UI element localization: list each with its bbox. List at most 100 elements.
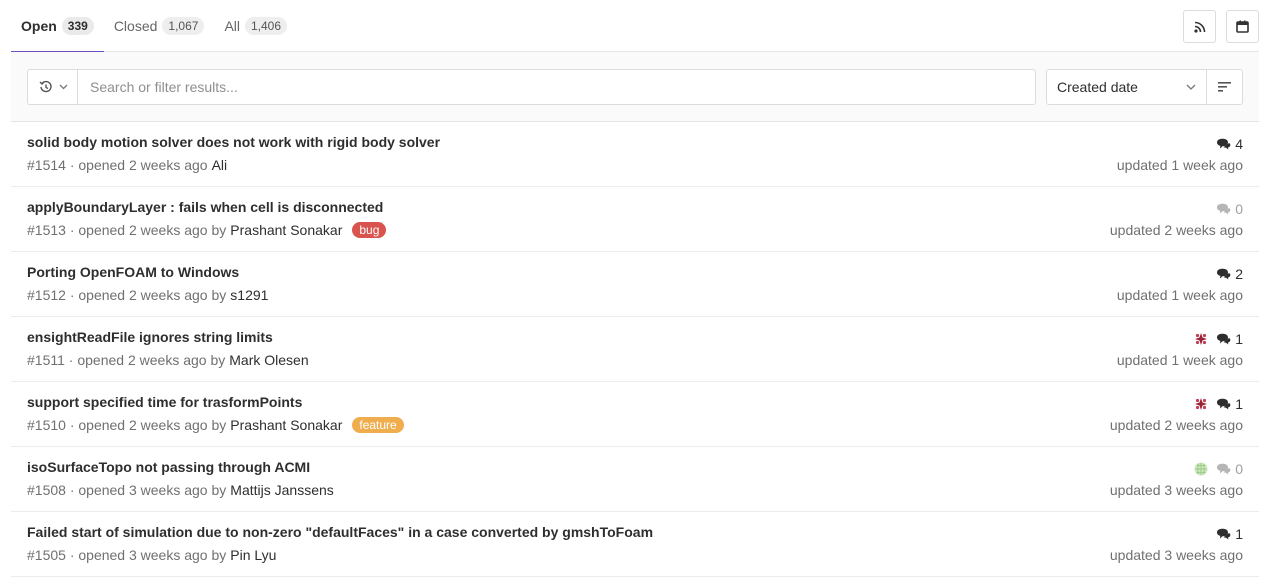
issue-comments-count[interactable]: 4 bbox=[1216, 136, 1243, 152]
issue-by: by bbox=[210, 352, 226, 368]
issue-author-link[interactable]: Pin Lyu bbox=[230, 547, 276, 563]
issue-updated-time: updated 2 weeks ago bbox=[1109, 222, 1243, 238]
issue-number: #1513 bbox=[27, 222, 66, 238]
comments-count-value: 4 bbox=[1235, 136, 1243, 152]
issue-title-link[interactable]: support specified time for trasformPoint… bbox=[27, 394, 302, 410]
issue-stats: 1 bbox=[1194, 331, 1243, 347]
issue-number: #1512 bbox=[27, 287, 66, 303]
issue-title-link[interactable]: applyBoundaryLayer : fails when cell is … bbox=[27, 199, 383, 215]
issue-label-bug[interactable]: bug bbox=[352, 222, 387, 238]
issue-opened-time: · opened 2 weeks ago bbox=[68, 352, 207, 368]
issue-title-link[interactable]: solid body motion solver does not work w… bbox=[27, 134, 440, 150]
issue-row[interactable]: applyBoundaryLayer : fails when cell is … bbox=[11, 187, 1259, 252]
issue-comments-count[interactable]: 1 bbox=[1216, 331, 1243, 347]
comments-count-value: 1 bbox=[1235, 331, 1243, 347]
assignee-avatar[interactable] bbox=[1194, 332, 1208, 346]
issue-number: #1511 bbox=[27, 352, 65, 368]
issues-page: Open 339 Closed 1,067 All 1,406 Search o… bbox=[11, 0, 1259, 577]
issue-author-link[interactable]: Mattijs Janssens bbox=[230, 482, 333, 498]
sort-label: Created date bbox=[1057, 79, 1138, 95]
tab-count-badge: 1,406 bbox=[245, 17, 288, 35]
state-tabs: Open 339 Closed 1,067 All 1,406 bbox=[11, 0, 1259, 53]
calendar-icon bbox=[1236, 20, 1249, 33]
issue-by: by bbox=[211, 417, 227, 433]
issue-author-link[interactable]: Prashant Sonakar bbox=[230, 222, 342, 238]
issue-comments-count[interactable]: 1 bbox=[1216, 396, 1243, 412]
issue-number: #1508 bbox=[27, 482, 66, 498]
issue-comments-count[interactable]: 0 bbox=[1216, 201, 1243, 217]
comments-count-value: 2 bbox=[1235, 266, 1243, 282]
issue-updated-time: updated 2 weeks ago bbox=[1109, 417, 1243, 433]
comments-count-value: 1 bbox=[1235, 396, 1243, 412]
issue-meta: #1513 · opened 2 weeks ago by Prashant So… bbox=[27, 222, 387, 238]
issue-updated-time: updated 1 week ago bbox=[1116, 352, 1243, 368]
issue-stats: 4 bbox=[1216, 136, 1243, 152]
issue-opened-time: · opened 3 weeks ago bbox=[69, 547, 208, 563]
tab-all[interactable]: All 1,406 bbox=[214, 0, 297, 52]
issue-title-link[interactable]: Failed start of simulation due to non-ze… bbox=[27, 524, 653, 540]
issue-label-feature[interactable]: feature bbox=[352, 417, 404, 433]
issue-updated-time: updated 1 week ago bbox=[1116, 157, 1243, 173]
issue-author-link[interactable]: Prashant Sonakar bbox=[230, 417, 342, 433]
issues-tab-bar: Open 339 Closed 1,067 All 1,406 bbox=[11, 0, 1259, 53]
issue-meta: #1508 · opened 3 weeks ago by Mattijs Jan… bbox=[27, 482, 334, 498]
issue-title-link[interactable]: ensightReadFile ignores string limits bbox=[27, 329, 273, 345]
sort-dropdown[interactable]: Created date bbox=[1046, 69, 1207, 105]
issue-by: by bbox=[211, 287, 227, 303]
user-avatar-icon bbox=[1194, 397, 1208, 411]
issue-title-link[interactable]: isoSurfaceTopo not passing through ACMI bbox=[27, 459, 310, 475]
comments-count-value: 1 bbox=[1235, 526, 1243, 542]
issue-title-link[interactable]: Porting OpenFOAM to Windows bbox=[27, 264, 239, 280]
sort-lines-icon bbox=[1218, 82, 1231, 92]
issue-row[interactable]: ensightReadFile ignores string limits #15… bbox=[11, 317, 1259, 382]
issue-meta: #1511 · opened 2 weeks ago by Mark Olesen bbox=[27, 352, 309, 368]
issue-stats: 0 bbox=[1194, 461, 1243, 477]
issue-meta: #1505 · opened 3 weeks ago by Pin Lyu bbox=[27, 547, 276, 563]
issue-meta: #1514 · opened 2 weeks ago Ali bbox=[27, 157, 227, 173]
issue-updated-time: updated 1 week ago bbox=[1116, 287, 1243, 303]
tab-count-badge: 339 bbox=[61, 17, 94, 35]
comments-icon bbox=[1217, 463, 1231, 475]
filter-bar: Created date bbox=[11, 52, 1259, 122]
history-icon bbox=[39, 80, 52, 93]
tab-label: Open bbox=[21, 18, 57, 34]
issue-author-link[interactable]: Mark Olesen bbox=[229, 352, 308, 368]
assignee-avatar[interactable] bbox=[1194, 397, 1208, 411]
issue-row[interactable]: support specified time for trasformPoint… bbox=[11, 382, 1259, 447]
recent-searches-button[interactable] bbox=[27, 69, 79, 105]
issue-comments-count[interactable]: 0 bbox=[1216, 461, 1243, 477]
tab-count-badge: 1,067 bbox=[162, 17, 205, 35]
comments-icon bbox=[1217, 203, 1231, 215]
issue-meta: #1510 · opened 2 weeks ago by Prashant So… bbox=[27, 417, 404, 433]
issue-opened-time: · opened 2 weeks ago bbox=[69, 222, 208, 238]
sort-direction-button[interactable] bbox=[1206, 69, 1243, 105]
issue-row[interactable]: isoSurfaceTopo not passing through ACMI #… bbox=[11, 447, 1259, 512]
comments-count-value: 0 bbox=[1235, 461, 1243, 477]
issue-author-link[interactable]: Ali bbox=[212, 157, 228, 173]
tab-label: Closed bbox=[113, 18, 158, 34]
comments-icon bbox=[1217, 268, 1231, 280]
rss-button[interactable] bbox=[1183, 10, 1216, 43]
issue-comments-count[interactable]: 2 bbox=[1216, 266, 1243, 282]
tab-open[interactable]: Open 339 bbox=[11, 0, 104, 53]
search-input[interactable] bbox=[77, 69, 1036, 105]
issue-updated-time: updated 3 weeks ago bbox=[1109, 482, 1243, 498]
tab-label: All bbox=[224, 18, 240, 34]
tab-closed[interactable]: Closed 1,067 bbox=[104, 0, 215, 52]
issue-author-link[interactable]: s1291 bbox=[230, 287, 268, 303]
header-actions bbox=[1183, 10, 1259, 43]
issue-number: #1514 bbox=[27, 157, 66, 173]
issue-row[interactable]: Porting OpenFOAM to Windows #1512 · opene… bbox=[11, 252, 1259, 317]
assignee-avatar[interactable] bbox=[1194, 462, 1208, 476]
chevron-down-icon bbox=[1186, 84, 1196, 90]
issue-number: #1510 bbox=[27, 417, 66, 433]
issue-comments-count[interactable]: 1 bbox=[1216, 526, 1243, 542]
calendar-button[interactable] bbox=[1226, 10, 1259, 43]
user-avatar-icon bbox=[1194, 332, 1208, 346]
issue-by: by bbox=[211, 482, 227, 498]
comments-icon bbox=[1217, 333, 1231, 345]
issue-updated-time: updated 3 weeks ago bbox=[1109, 547, 1243, 563]
issue-stats: 0 bbox=[1216, 201, 1243, 217]
issue-row[interactable]: solid body motion solver does not work w… bbox=[11, 122, 1259, 187]
issue-row[interactable]: Failed start of simulation due to non-ze… bbox=[11, 512, 1259, 577]
